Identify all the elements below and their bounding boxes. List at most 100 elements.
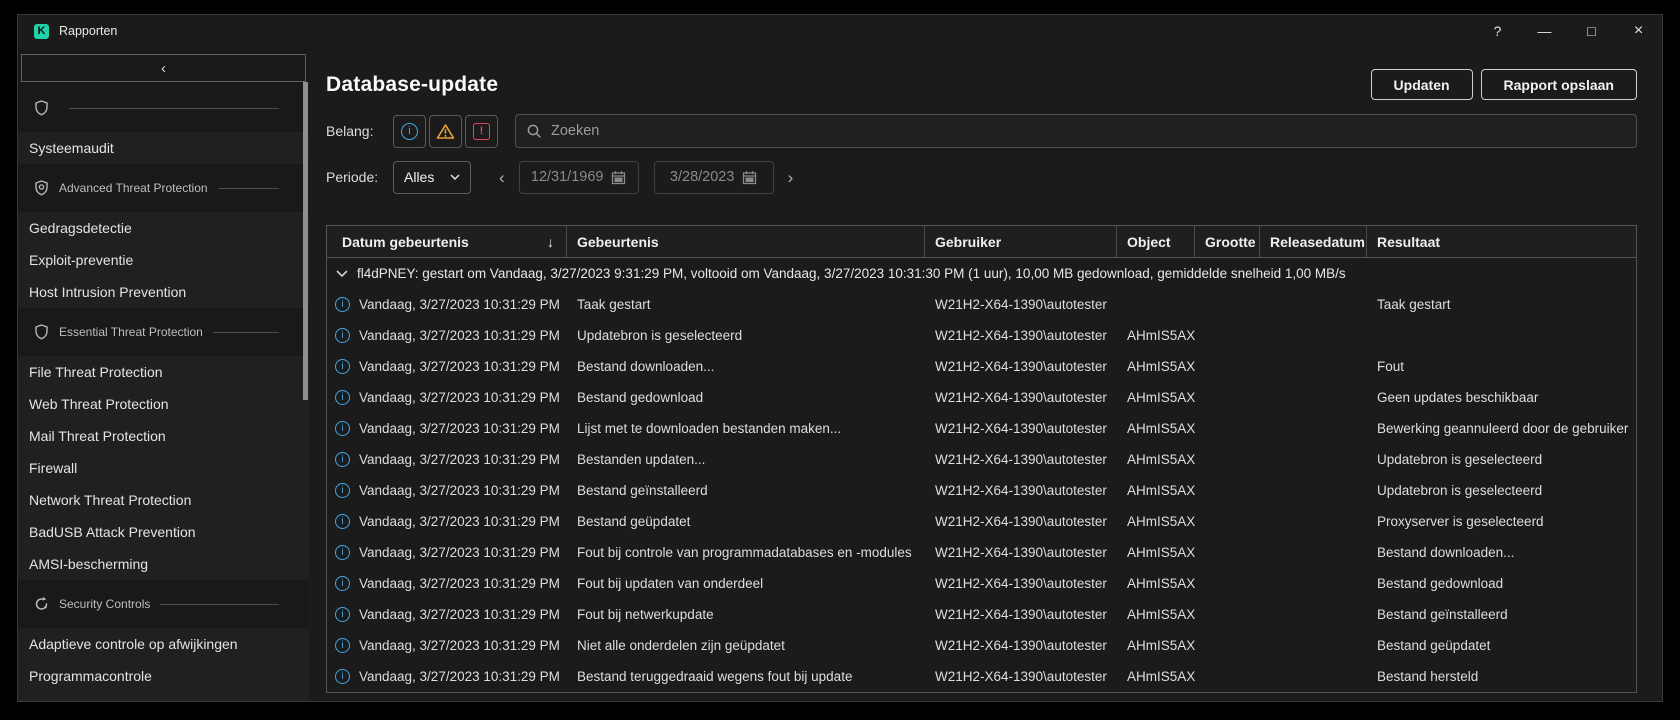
column-header-gebeurtenis[interactable]: Gebeurtenis	[567, 226, 925, 257]
warning-triangle-icon	[436, 123, 455, 139]
sidebar-item-file-threat-protection[interactable]: File Threat Protection	[18, 356, 309, 388]
table-row[interactable]: i Vandaag, 3/27/2023 10:31:29 PM Taak gest…	[327, 289, 1636, 320]
cell-object: AHmIS5AX	[1127, 545, 1195, 560]
sidebar-section-security-controls: Security Controls	[18, 580, 309, 628]
search-input[interactable]	[551, 123, 1625, 139]
sidebar-scrollbar[interactable]	[303, 82, 308, 400]
cell-gebeurtenis: Fout bij controle van programmadatabases…	[577, 545, 912, 560]
shield-icon	[34, 100, 49, 116]
cell-resultaat: Taak gestart	[1377, 297, 1451, 312]
cell-gebeurtenis: Bestand teruggedraaid wegens fout bij up…	[577, 669, 853, 684]
column-header-grootte[interactable]: Grootte	[1195, 226, 1260, 257]
sidebar-item-badusb-attack-prevention[interactable]: BadUSB Attack Prevention	[18, 516, 309, 548]
cell-object: AHmIS5AX	[1127, 452, 1195, 467]
severity-filter-group: i !	[393, 114, 498, 148]
sidebar-item-programmacontrole[interactable]: Programmacontrole	[18, 660, 309, 692]
help-button[interactable]: ?	[1474, 15, 1521, 47]
close-icon: ×	[1633, 22, 1644, 39]
cell-gebeurtenis: Bestanden updaten...	[577, 452, 706, 467]
info-icon: i	[335, 297, 350, 312]
table-row[interactable]: i Vandaag, 3/27/2023 10:31:29 PM Bestand t…	[327, 661, 1636, 692]
titlebar: K Rapporten ? — □ ×	[18, 15, 1662, 47]
info-icon: i	[335, 638, 350, 653]
sidebar-item-mail-threat-protection[interactable]: Mail Threat Protection	[18, 420, 309, 452]
sidebar-item-label: BadUSB Attack Prevention	[29, 524, 196, 540]
warning-filter-button[interactable]	[429, 114, 462, 148]
sidebar-section-essential-threat-protection: Essential Threat Protection	[18, 308, 309, 356]
table-row[interactable]: i Vandaag, 3/27/2023 10:31:29 PM Fout bij …	[327, 599, 1636, 630]
table-row[interactable]: i Vandaag, 3/27/2023 10:31:29 PM Fout bij …	[327, 568, 1636, 599]
date-from-field[interactable]: 12/31/1969	[518, 160, 639, 194]
event-date: Vandaag, 3/27/2023 10:31:29 PM	[359, 297, 560, 312]
cell-resultaat: Bestand gedownload	[1377, 576, 1504, 591]
table-row[interactable]: i Vandaag, 3/27/2023 10:31:29 PM Bestand g…	[327, 382, 1636, 413]
event-date: Vandaag, 3/27/2023 10:31:29 PM	[359, 328, 560, 343]
cell-gebruiker: W21H2-X64-1390\autotester	[935, 607, 1107, 622]
cell-datum: i Vandaag, 3/27/2023 10:31:29 PM	[327, 328, 567, 343]
table-row[interactable]: i Vandaag, 3/27/2023 10:31:29 PM Fout bij …	[327, 537, 1636, 568]
sidebar-item-exploit-preventie[interactable]: Exploit-preventie	[18, 244, 309, 276]
info-icon: i	[335, 545, 350, 560]
update-button[interactable]: Updaten	[1370, 69, 1473, 100]
minimize-icon: —	[1537, 23, 1552, 39]
sidebar-item-network-threat-protection[interactable]: Network Threat Protection	[18, 484, 309, 516]
cell-resultaat: Geen updates beschikbaar	[1377, 390, 1539, 405]
sidebar-item-web-threat-protection[interactable]: Web Threat Protection	[18, 388, 309, 420]
sidebar-collapse-button[interactable]: ‹	[21, 54, 306, 82]
period-row: Periode: Alles ‹ 12/31/1969 3/28/2023 ›	[326, 160, 1637, 194]
table-row[interactable]: i Vandaag, 3/27/2023 10:31:29 PM Lijst met…	[327, 413, 1636, 444]
sidebar-item-gedragsdetectie[interactable]: Gedragsdetectie	[18, 212, 309, 244]
events-table: Datum gebeurtenis ↓ Gebeurtenis Gebruike…	[326, 225, 1637, 693]
cell-gebruiker: W21H2-X64-1390\autotester	[935, 421, 1107, 436]
date-to-field[interactable]: 3/28/2023	[653, 160, 774, 194]
table-row[interactable]: i Vandaag, 3/27/2023 10:31:29 PM Bestand d…	[327, 351, 1636, 382]
previous-period-button[interactable]: ‹	[499, 169, 505, 186]
minimize-button[interactable]: —	[1521, 15, 1568, 47]
event-date: Vandaag, 3/27/2023 10:31:29 PM	[359, 359, 560, 374]
sidebar-item-systeemaudit[interactable]: Systeemaudit	[18, 132, 309, 164]
cell-object: AHmIS5AX	[1127, 390, 1195, 405]
column-header-datum[interactable]: Datum gebeurtenis ↓	[327, 226, 567, 257]
column-header-releasedatum[interactable]: Releasedatum	[1260, 226, 1367, 257]
sidebar-item-apparaatcontrole[interactable]: Apparaatcontrole	[18, 692, 309, 701]
cell-datum: i Vandaag, 3/27/2023 10:31:29 PM	[327, 421, 567, 436]
sidebar-item-firewall[interactable]: Firewall	[18, 452, 309, 484]
info-filter-button[interactable]: i	[393, 114, 426, 148]
column-header-object[interactable]: Object	[1117, 226, 1195, 257]
table-row[interactable]: i Vandaag, 3/27/2023 10:31:29 PM Bestand g…	[327, 475, 1636, 506]
sidebar-item-host-intrusion-prevention[interactable]: Host Intrusion Prevention	[18, 276, 309, 308]
next-period-button[interactable]: ›	[788, 169, 794, 186]
cell-object: AHmIS5AX	[1127, 359, 1195, 374]
sidebar-item-amsi-bescherming[interactable]: AMSI-bescherming	[18, 548, 309, 580]
table-row[interactable]: i Vandaag, 3/27/2023 10:31:29 PM Updatebro…	[327, 320, 1636, 351]
save-report-button[interactable]: Rapport opslaan	[1480, 69, 1637, 100]
cell-gebeurtenis: Bestand geïnstalleerd	[577, 483, 708, 498]
table-row[interactable]: i Vandaag, 3/27/2023 10:31:29 PM Bestand g…	[327, 506, 1636, 537]
info-icon: i	[335, 514, 350, 529]
period-range-select[interactable]: Alles	[393, 160, 471, 194]
cell-object: AHmIS5AX	[1127, 483, 1195, 498]
info-icon: i	[335, 669, 350, 684]
section-divider-line	[212, 331, 279, 333]
shield-icon	[34, 324, 49, 340]
maximize-button[interactable]: □	[1568, 15, 1615, 47]
critical-filter-button[interactable]: !	[465, 114, 498, 148]
page-title: Database-update	[326, 72, 499, 96]
close-button[interactable]: ×	[1615, 15, 1662, 47]
table-row[interactable]: i Vandaag, 3/27/2023 10:31:29 PM Niet alle…	[327, 630, 1636, 661]
cell-datum: i Vandaag, 3/27/2023 10:31:29 PM	[327, 452, 567, 467]
task-group-summary: fl4dPNEY: gestart om Vandaag, 3/27/2023 …	[357, 266, 1346, 281]
table-header-row: Datum gebeurtenis ↓ Gebeurtenis Gebruike…	[327, 226, 1636, 258]
cell-datum: i Vandaag, 3/27/2023 10:31:29 PM	[327, 638, 567, 653]
window-content: ‹ Systeemaudit Advanced Threat Protection…	[18, 47, 1662, 701]
column-header-resultaat[interactable]: Resultaat	[1367, 226, 1636, 257]
cell-gebeurtenis: Taak gestart	[577, 297, 651, 312]
cell-gebeurtenis: Bestand gedownload	[577, 390, 704, 405]
section-divider-line	[69, 107, 279, 109]
date-to-value: 3/28/2023	[669, 169, 735, 185]
cell-object: AHmIS5AX	[1127, 328, 1195, 343]
table-row[interactable]: i Vandaag, 3/27/2023 10:31:29 PM Bestanden…	[327, 444, 1636, 475]
column-header-gebruiker[interactable]: Gebruiker	[925, 226, 1117, 257]
sidebar-item-adaptieve-controle-op-afwijkingen[interactable]: Adaptieve controle op afwijkingen	[18, 628, 309, 660]
task-group-row[interactable]: fl4dPNEY: gestart om Vandaag, 3/27/2023 …	[327, 258, 1636, 289]
